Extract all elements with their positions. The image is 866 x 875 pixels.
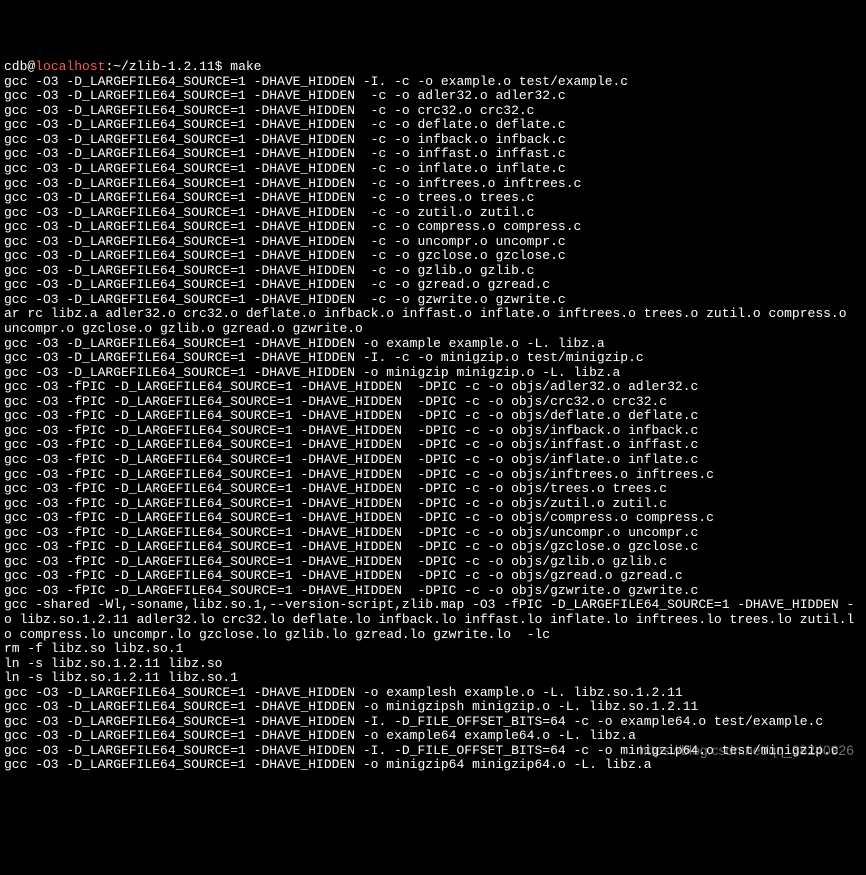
terminal-output: gcc -O3 -D_LARGEFILE64_SOURCE=1 -DHAVE_H… — [4, 74, 854, 773]
terminal-window[interactable]: cdb@localhost:~/zlib-1.2.11$ make gcc -O… — [4, 60, 862, 773]
prompt-host: localhost — [35, 59, 105, 74]
prompt-user: cdb — [4, 59, 27, 74]
prompt-line: cdb@localhost:~/zlib-1.2.11$ make — [4, 59, 262, 74]
prompt-command: make — [230, 59, 261, 74]
prompt-path: ~/zlib-1.2.11 — [113, 59, 214, 74]
watermark: https://blog.csdn.net/qq_38240926 — [639, 743, 854, 759]
prompt-dollar: $ — [215, 59, 231, 74]
